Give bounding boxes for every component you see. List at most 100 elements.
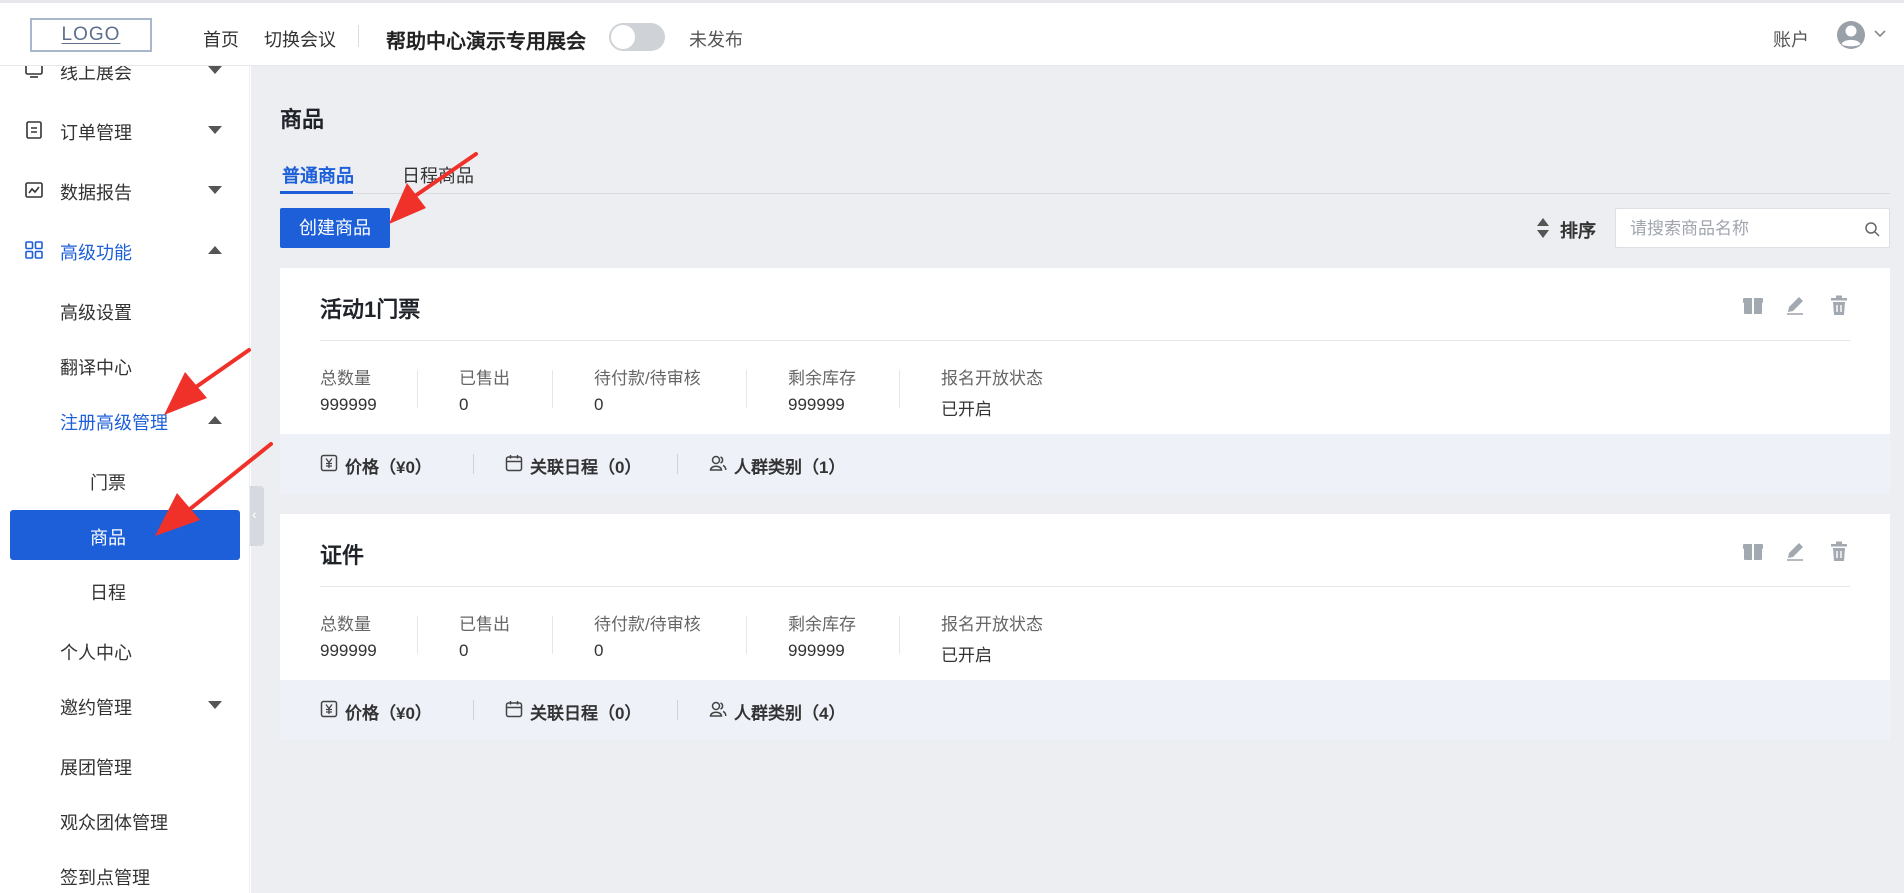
sidebar-item-label: 门票 xyxy=(90,473,126,493)
stat-label: 总数量 xyxy=(320,369,371,388)
edit-icon[interactable] xyxy=(1784,294,1806,316)
caret-up-icon xyxy=(208,416,222,424)
gift-box-icon[interactable] xyxy=(1742,540,1764,562)
caret-down-icon xyxy=(208,66,222,74)
footer-divider xyxy=(677,454,678,474)
tab-normal-products[interactable]: 普通商品 xyxy=(282,162,354,188)
header-divider xyxy=(358,25,359,47)
sidebar-item-advanced[interactable]: 高级功能 xyxy=(0,230,249,270)
search-box xyxy=(1615,208,1890,248)
card-divider xyxy=(320,340,1850,341)
card-footer: 价格（¥0） 关联日程（0） 人群类别（4） xyxy=(280,680,1890,740)
publish-status: 未发布 xyxy=(689,30,743,50)
toggle-knob xyxy=(611,25,635,49)
logo[interactable]: LOGO xyxy=(30,18,152,52)
stat-label: 已售出 xyxy=(459,369,510,388)
stat-divider xyxy=(552,616,553,654)
card-divider xyxy=(320,586,1850,587)
create-product-button[interactable]: 创建商品 xyxy=(280,208,390,248)
sidebar-item-label: 个人中心 xyxy=(60,643,132,663)
page-title: 商品 xyxy=(280,107,325,132)
stat-open-status: 报名开放状态 已开启 xyxy=(941,364,1043,420)
stat-divider xyxy=(746,616,747,654)
sidebar-item-label: 日程 xyxy=(90,583,126,603)
footer-divider xyxy=(473,700,474,720)
sidebar-item-delegation[interactable]: 展团管理 xyxy=(0,745,249,785)
delete-icon[interactable] xyxy=(1828,540,1850,562)
nav-home-link[interactable]: 首页 xyxy=(203,26,239,52)
stat-label: 待付款/待审核 xyxy=(594,615,701,634)
sidebar-item-invitation[interactable]: 邀约管理 xyxy=(0,685,249,725)
avatar-icon[interactable] xyxy=(1836,20,1866,50)
stat-label: 报名开放状态 xyxy=(941,369,1043,388)
grid-icon xyxy=(25,241,43,259)
sort-icon[interactable] xyxy=(1536,217,1550,239)
tab-schedule-products[interactable]: 日程商品 xyxy=(402,162,474,188)
sidebar-item-schedule[interactable]: 日程 xyxy=(0,570,249,610)
sidebar-item-label: 线上展会 xyxy=(60,66,132,83)
event-title: 帮助中心演示专用展会 xyxy=(386,31,586,53)
gift-box-icon[interactable] xyxy=(1742,294,1764,316)
sidebar-item-online-expo[interactable]: 线上展会 xyxy=(0,66,249,90)
sidebar-item-advanced-settings[interactable]: 高级设置 xyxy=(0,290,249,330)
stat-divider xyxy=(746,370,747,408)
delete-icon[interactable] xyxy=(1828,294,1850,316)
sidebar-collapse-handle[interactable]: ‹ xyxy=(250,486,264,546)
active-tab-indicator xyxy=(280,191,353,194)
stat-divider xyxy=(899,616,900,654)
main-content: 商品 普通商品 日程商品 创建商品 排序 活动1门票 总数量 999999 已售… xyxy=(251,66,1904,893)
order-icon xyxy=(26,121,42,139)
sidebar: 线上展会 订单管理 数据报告 高级功能 高级设置 翻译中心 注册高级管理 门票 … xyxy=(0,66,250,893)
chevron-down-icon[interactable] xyxy=(1874,29,1886,39)
stat-divider xyxy=(417,370,418,408)
account-link[interactable]: 账户 xyxy=(1773,26,1809,52)
linked-schedule-label: 关联日程（0） xyxy=(530,458,642,477)
yen-icon xyxy=(320,700,338,718)
stat-value: 999999 xyxy=(320,641,377,660)
stat-total: 总数量 999999 xyxy=(320,364,377,415)
sidebar-item-products[interactable]: 商品 xyxy=(10,510,240,560)
sidebar-item-personal-center[interactable]: 个人中心 xyxy=(0,630,249,670)
stat-label: 剩余库存 xyxy=(788,615,856,634)
stat-label: 总数量 xyxy=(320,615,371,634)
footer-divider xyxy=(473,454,474,474)
yen-icon xyxy=(320,454,338,472)
sidebar-item-checkin-point[interactable]: 签到点管理 xyxy=(0,855,249,893)
stat-sold: 已售出 0 xyxy=(459,610,510,661)
search-input[interactable] xyxy=(1630,217,1850,241)
search-icon[interactable] xyxy=(1864,221,1880,237)
sidebar-item-label: 观众团体管理 xyxy=(60,813,168,833)
sidebar-item-label: 订单管理 xyxy=(60,123,132,143)
caret-up-icon xyxy=(208,246,222,254)
stat-value: 已开启 xyxy=(941,400,992,419)
product-card: 证件 总数量 999999 已售出 0 待付款/待审核 0 剩余库存 99999… xyxy=(280,514,1890,740)
sort-button[interactable]: 排序 xyxy=(1560,217,1596,243)
stat-divider xyxy=(899,370,900,408)
tab-bar: 普通商品 日程商品 xyxy=(280,156,1890,194)
stat-total: 总数量 999999 xyxy=(320,610,377,661)
edit-icon[interactable] xyxy=(1784,540,1806,562)
linked-schedule-label: 关联日程（0） xyxy=(530,704,642,723)
product-name: 活动1门票 xyxy=(320,297,421,322)
audience-category-label: 人群类别（1） xyxy=(734,458,846,477)
price-label: 价格（¥0） xyxy=(345,704,432,723)
sidebar-item-audience-group[interactable]: 观众团体管理 xyxy=(0,800,249,840)
stat-value: 0 xyxy=(459,395,469,414)
stat-label: 剩余库存 xyxy=(788,369,856,388)
product-name: 证件 xyxy=(320,543,365,568)
product-card: 活动1门票 总数量 999999 已售出 0 待付款/待审核 0 剩余库存 99… xyxy=(280,268,1890,494)
stat-value: 999999 xyxy=(788,395,845,414)
sidebar-item-translation[interactable]: 翻译中心 xyxy=(0,345,249,385)
sidebar-item-label: 高级功能 xyxy=(60,243,132,263)
nav-switch-meeting-link[interactable]: 切换会议 xyxy=(264,26,336,52)
footer-divider xyxy=(677,700,678,720)
price-label: 价格（¥0） xyxy=(345,458,432,477)
publish-toggle[interactable] xyxy=(609,23,665,51)
sidebar-item-orders[interactable]: 订单管理 xyxy=(0,110,249,150)
sidebar-item-tickets[interactable]: 门票 xyxy=(0,460,249,500)
sidebar-item-registration-advanced[interactable]: 注册高级管理 xyxy=(0,400,249,440)
sidebar-item-data-report[interactable]: 数据报告 xyxy=(0,170,249,210)
users-icon xyxy=(709,701,727,717)
stat-value: 999999 xyxy=(320,395,377,414)
stat-divider xyxy=(552,370,553,408)
